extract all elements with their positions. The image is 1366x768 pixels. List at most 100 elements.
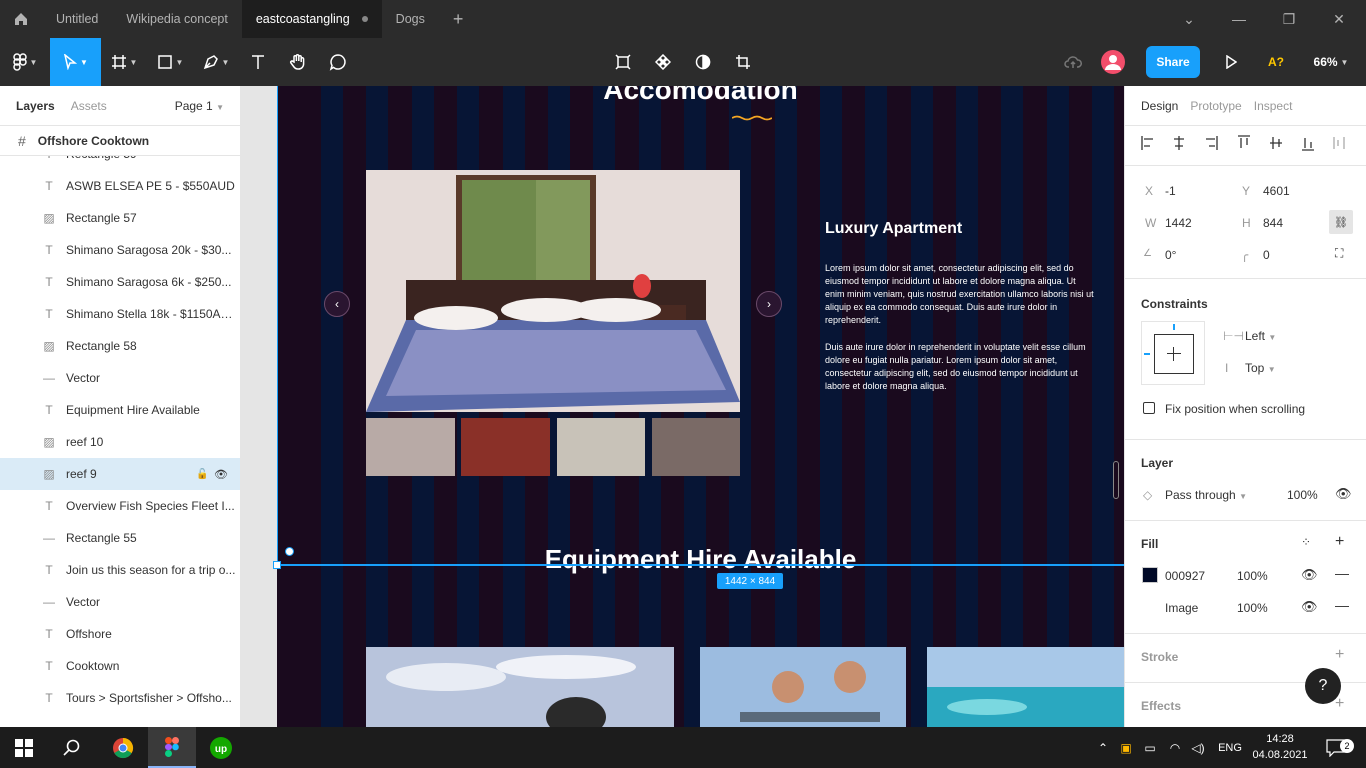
layer-row[interactable]: — Vector xyxy=(0,586,240,618)
layer-row[interactable]: T Shimano Saragosa 6k - $250... xyxy=(0,266,240,298)
language-indicator[interactable]: ENG xyxy=(1212,727,1248,768)
component-icon[interactable] xyxy=(648,38,678,86)
tab-design[interactable]: Design xyxy=(1141,99,1178,113)
minimize-icon[interactable]: — xyxy=(1214,0,1264,38)
canvas[interactable]: Accomodation ‹ › Luxury Apartment Lorem … xyxy=(277,86,1124,727)
layer-row[interactable]: — Vector xyxy=(0,362,240,394)
layer-row[interactable]: — Rectangle 55 xyxy=(0,522,240,554)
layer-row[interactable]: T ASWB ELSEA PE 5 - $550AUD xyxy=(0,170,240,202)
fix-position-checkbox[interactable] xyxy=(1143,402,1155,414)
share-button[interactable]: Share xyxy=(1146,46,1200,78)
volume-icon[interactable]: ◁) xyxy=(1188,727,1208,768)
constrain-proportions-icon[interactable]: ⛓ xyxy=(1329,210,1353,234)
figma-menu-icon[interactable]: ▼ xyxy=(0,38,50,86)
present-play-icon[interactable] xyxy=(1218,38,1244,86)
chrome-icon[interactable] xyxy=(98,727,148,768)
rotation-input[interactable]: 0° xyxy=(1165,248,1176,262)
canvas-scrollbar[interactable] xyxy=(1113,461,1119,499)
eye-icon[interactable]: 👁 xyxy=(1335,486,1352,502)
tab-eastcoastangling[interactable]: eastcoastangling xyxy=(241,0,382,38)
layer-row[interactable]: T Equipment Hire Available xyxy=(0,394,240,426)
comment-tool-icon[interactable] xyxy=(319,38,357,86)
unlock-icon[interactable]: 🔓 xyxy=(196,469,208,480)
tab-wikipedia[interactable]: Wikipedia concept xyxy=(112,0,241,38)
page-selector[interactable]: Page 1 ▼ xyxy=(175,99,224,113)
eye-icon[interactable]: 👁 xyxy=(1301,567,1318,583)
eye-icon[interactable]: 👁 xyxy=(214,468,228,481)
thumbnail-3[interactable] xyxy=(557,418,645,476)
eye-icon[interactable]: 👁 xyxy=(1301,599,1318,615)
thumbnail-2[interactable] xyxy=(461,418,550,476)
frame-selection-icon[interactable] xyxy=(608,38,638,86)
layer-row[interactable]: T Join us this season for a trip o... xyxy=(0,554,240,586)
clock[interactable]: 14:28 04.08.2021 xyxy=(1252,731,1308,763)
layer-row[interactable]: ▨ Rectangle 57 xyxy=(0,202,240,234)
x-input[interactable]: -1 xyxy=(1165,184,1176,198)
rotation-handle[interactable] xyxy=(285,547,294,556)
tab-assets[interactable]: Assets xyxy=(71,99,107,113)
avatar[interactable] xyxy=(1100,38,1126,86)
help-icon[interactable]: ? xyxy=(1305,668,1341,704)
layer-opacity-input[interactable]: 100% xyxy=(1287,488,1318,502)
radius-input[interactable]: 0 xyxy=(1263,248,1270,262)
search-icon[interactable] xyxy=(48,727,96,768)
windows-start-icon[interactable] xyxy=(0,727,48,768)
thumbnail-4[interactable] xyxy=(652,418,740,476)
prev-arrow-icon[interactable]: ‹ xyxy=(324,291,350,317)
cloud-upload-icon[interactable] xyxy=(1060,38,1086,86)
home-icon[interactable] xyxy=(0,0,42,38)
tab-layers[interactable]: Layers xyxy=(16,99,55,113)
layer-row[interactable]: T Tours > Sportsfisher > Offsho... xyxy=(0,682,240,714)
tray-app-icon[interactable]: ▣ xyxy=(1116,727,1136,768)
close-icon[interactable]: ✕ xyxy=(1314,0,1364,38)
contrast-icon[interactable] xyxy=(688,38,718,86)
blend-mode-select[interactable]: Pass through ▼ xyxy=(1165,488,1247,502)
rectangle-tool-icon[interactable]: ▼ xyxy=(147,38,193,86)
next-arrow-icon[interactable]: › xyxy=(756,291,782,317)
pen-tool-icon[interactable]: ▼ xyxy=(193,38,239,86)
width-input[interactable]: 1442 xyxy=(1165,216,1192,230)
text-tool-icon[interactable] xyxy=(239,38,277,86)
layer-row[interactable]: T Shimano Saragosa 20k - $30... xyxy=(0,234,240,266)
layer-row[interactable]: T Rectangle 59 xyxy=(0,156,240,170)
accessibility-check-button[interactable]: A? xyxy=(1262,38,1290,86)
image-opacity[interactable]: 100% xyxy=(1237,601,1268,615)
restore-icon[interactable]: ❐ xyxy=(1264,0,1314,38)
remove-fill-icon[interactable]: — xyxy=(1335,597,1349,613)
layer-row[interactable]: T Cooktown xyxy=(0,650,240,682)
figma-taskbar-icon[interactable] xyxy=(148,727,196,768)
layer-row[interactable]: T Offshore xyxy=(0,618,240,650)
remove-fill-icon[interactable]: — xyxy=(1335,565,1349,581)
y-input[interactable]: 4601 xyxy=(1263,184,1290,198)
tab-inspect[interactable]: Inspect xyxy=(1254,99,1293,113)
new-tab-icon[interactable]: + xyxy=(439,9,478,30)
hand-tool-icon[interactable] xyxy=(277,38,319,86)
crop-icon[interactable] xyxy=(728,38,758,86)
fill-styles-icon[interactable]: ⁘ xyxy=(1301,535,1311,549)
zoom-control[interactable]: 66% ▼ xyxy=(1306,38,1356,86)
layer-row[interactable]: ▨ Rectangle 58 xyxy=(0,330,240,362)
add-stroke-icon[interactable]: + xyxy=(1335,646,1344,664)
fill-opacity[interactable]: 100% xyxy=(1237,569,1268,583)
image-fill-label[interactable]: Image xyxy=(1165,601,1198,615)
chevron-up-icon[interactable]: ⌃ xyxy=(1094,727,1112,768)
chevron-down-icon[interactable]: ⌄ xyxy=(1164,0,1214,38)
constraints-widget[interactable] xyxy=(1141,321,1205,385)
tab-untitled[interactable]: Untitled xyxy=(42,0,112,38)
frame-tool-icon[interactable]: ▼ xyxy=(101,38,147,86)
battery-icon[interactable]: ▭ xyxy=(1140,727,1160,768)
tab-prototype[interactable]: Prototype xyxy=(1190,99,1241,113)
frame-row[interactable]: # Offshore Cooktown xyxy=(0,126,240,156)
notifications-icon[interactable]: 2 xyxy=(1318,727,1354,768)
tab-dogs[interactable]: Dogs xyxy=(382,0,439,38)
independent-corners-icon[interactable]: ⛶ xyxy=(1335,246,1343,261)
height-input[interactable]: 844 xyxy=(1263,216,1283,230)
resize-handle[interactable] xyxy=(273,561,281,569)
move-tool-icon[interactable]: ▼ xyxy=(50,38,101,86)
vertical-constraint-select[interactable]: Top ▼ xyxy=(1245,361,1276,375)
upwork-icon[interactable]: up xyxy=(196,727,246,768)
wifi-icon[interactable]: ◠ xyxy=(1164,727,1186,768)
add-fill-icon[interactable]: + xyxy=(1335,533,1344,551)
fill-color-hex[interactable]: 000927 xyxy=(1165,569,1205,583)
fill-color-swatch[interactable] xyxy=(1142,567,1158,583)
